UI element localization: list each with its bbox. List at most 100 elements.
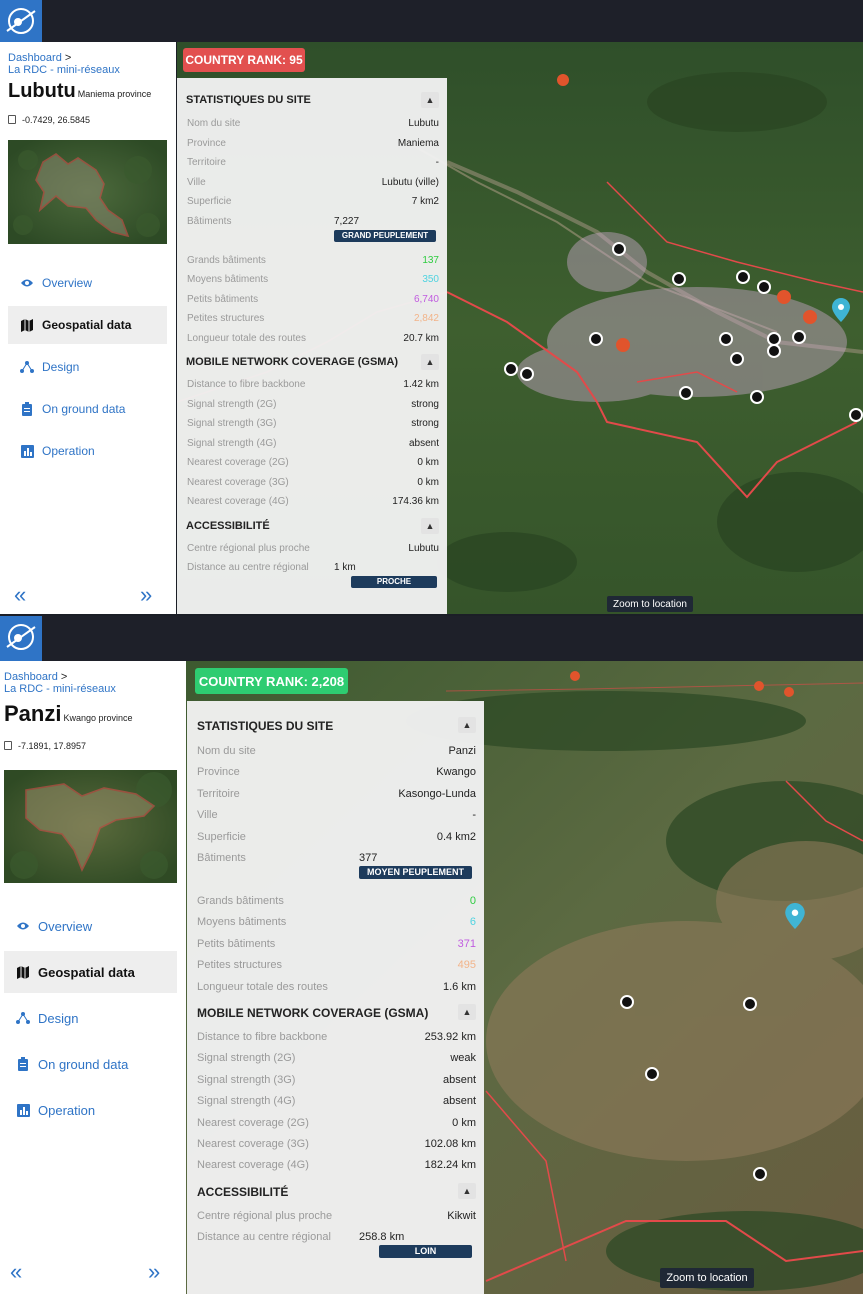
info-value: 137: [422, 254, 439, 266]
copy-icon[interactable]: [8, 115, 16, 124]
sidebar: Dashboard > La RDC - mini-réseaux Lubutu…: [0, 42, 176, 614]
health-marker-icon[interactable]: [784, 687, 794, 697]
school-marker-icon[interactable]: [589, 332, 603, 346]
location-pin-icon[interactable]: [785, 903, 805, 929]
settlement-size-badge: MOYEN PEUPLEMENT: [359, 866, 472, 879]
health-marker-icon[interactable]: [777, 290, 791, 304]
info-value: Kasongo-Lunda: [398, 787, 476, 800]
school-marker-icon[interactable]: [849, 408, 863, 422]
info-value: 0 km: [417, 476, 439, 488]
distance-badge: PROCHE: [351, 576, 437, 588]
school-marker-icon[interactable]: [730, 352, 744, 366]
school-marker-icon[interactable]: [719, 332, 733, 346]
nav-overview-label: Overview: [38, 918, 93, 934]
info-value: 2,842: [413, 313, 439, 324]
nav-overview[interactable]: Overview: [8, 264, 167, 302]
previous-site-button[interactable]: «: [10, 1259, 22, 1285]
info-label: Nom du site: [197, 745, 256, 757]
site-thumbnail[interactable]: [8, 140, 167, 244]
app-logo-icon[interactable]: [0, 0, 42, 42]
school-marker-icon[interactable]: [792, 330, 806, 344]
info-label: Petites structures: [187, 313, 265, 324]
school-marker-icon[interactable]: [504, 362, 518, 376]
zoom-to-location-button[interactable]: Zoom to location: [660, 1268, 754, 1288]
next-site-button[interactable]: »: [148, 1259, 160, 1285]
distance-label: Distance au centre régional: [187, 562, 309, 573]
breadcrumb-separator: >: [64, 52, 72, 64]
health-marker-icon[interactable]: [754, 681, 764, 691]
access-title: ACCESSIBILITÉ: [197, 1184, 289, 1199]
info-value: 20.7 km: [403, 332, 439, 344]
collapse-stats-button[interactable]: ▲: [421, 92, 439, 108]
app-logo-icon[interactable]: [0, 616, 42, 661]
health-marker-icon[interactable]: [803, 310, 817, 324]
location-pin-icon[interactable]: [832, 298, 850, 322]
school-marker-icon[interactable]: [750, 390, 764, 404]
map-icon: [20, 318, 34, 332]
info-value: 495: [457, 959, 476, 972]
info-label: Grands bâtiments: [187, 254, 266, 266]
collapse-access-button[interactable]: ▲: [421, 517, 439, 534]
school-marker-icon[interactable]: [620, 995, 634, 1009]
access-section-header: ACCESSIBILITÉ ▲: [197, 1182, 484, 1199]
school-marker-icon[interactable]: [645, 1067, 659, 1081]
school-marker-icon[interactable]: [736, 270, 750, 284]
school-marker-icon[interactable]: [520, 367, 534, 381]
school-marker-icon[interactable]: [757, 280, 771, 294]
health-marker-icon[interactable]: [616, 338, 630, 352]
info-label: Petits bâtiments: [187, 293, 259, 305]
info-label: Nearest coverage (2G): [187, 457, 289, 468]
school-marker-icon[interactable]: [753, 1167, 767, 1181]
zoom-button-label: Zoom to location: [666, 1272, 748, 1284]
school-marker-icon[interactable]: [679, 386, 693, 400]
breadcrumb-dashboard-link[interactable]: Dashboard: [4, 671, 58, 683]
design-icon: [16, 1011, 30, 1025]
breadcrumb-dashboard-link[interactable]: Dashboard: [8, 52, 62, 64]
copy-icon[interactable]: [4, 741, 12, 750]
info-value: 6,740: [413, 293, 439, 305]
info-label: Signal strength (4G): [197, 1095, 296, 1108]
school-marker-icon[interactable]: [743, 997, 757, 1011]
nav-overview[interactable]: Overview: [4, 905, 177, 947]
breadcrumb-current-link[interactable]: La RDC - mini-réseaux: [8, 64, 120, 76]
school-marker-icon[interactable]: [672, 272, 686, 286]
nav-design[interactable]: Design: [4, 997, 177, 1039]
nav-on-ground-data[interactable]: On ground data: [8, 390, 167, 428]
info-value: Kwango: [436, 766, 476, 779]
next-site-button[interactable]: »: [140, 582, 152, 608]
nav-design[interactable]: Design: [8, 348, 167, 386]
info-label: Signal strength (4G): [187, 437, 277, 449]
nav-on-ground-data[interactable]: On ground data: [4, 1043, 177, 1085]
site-name: Panzi: [4, 701, 62, 726]
school-marker-icon[interactable]: [612, 242, 626, 256]
previous-site-button[interactable]: «: [14, 582, 26, 608]
site-thumbnail[interactable]: [4, 770, 177, 883]
zoom-to-location-button[interactable]: Zoom to location: [607, 596, 693, 612]
nav-geospatial-data[interactable]: Geospatial data: [4, 951, 177, 993]
nav-overview-label: Overview: [42, 276, 93, 290]
breadcrumb-current-link[interactable]: La RDC - mini-réseaux: [4, 683, 116, 695]
nav-operation[interactable]: Operation: [4, 1089, 177, 1131]
collapse-network-button[interactable]: ▲: [458, 1004, 476, 1020]
health-marker-icon[interactable]: [557, 74, 569, 86]
eye-icon: [20, 276, 34, 290]
info-value: 6: [469, 916, 476, 929]
collapse-stats-button[interactable]: ▲: [458, 717, 476, 733]
school-marker-icon[interactable]: [767, 344, 781, 358]
screen-panzi: Dashboard > La RDC - mini-réseaux Panzi K…: [0, 616, 863, 1294]
info-label: Superficie: [197, 830, 246, 843]
breadcrumb-separator: >: [60, 671, 68, 683]
info-label: Signal strength (3G): [187, 418, 277, 429]
info-label: Longueur totale des routes: [197, 980, 328, 993]
collapse-access-button[interactable]: ▲: [458, 1182, 476, 1199]
nav-operation[interactable]: Operation: [8, 432, 167, 470]
nav-geospatial-data[interactable]: Geospatial data: [8, 306, 167, 344]
clipboard-icon: [20, 402, 34, 416]
health-marker-icon[interactable]: [570, 671, 580, 681]
collapse-network-button[interactable]: ▲: [421, 354, 439, 370]
info-label: Territoire: [197, 787, 240, 800]
info-label: Province: [197, 766, 240, 779]
info-label: Petites structures: [197, 959, 282, 972]
distance-label: Distance au centre régional: [197, 1231, 331, 1244]
coordinates: -0.7429, 26.5845: [8, 115, 90, 125]
